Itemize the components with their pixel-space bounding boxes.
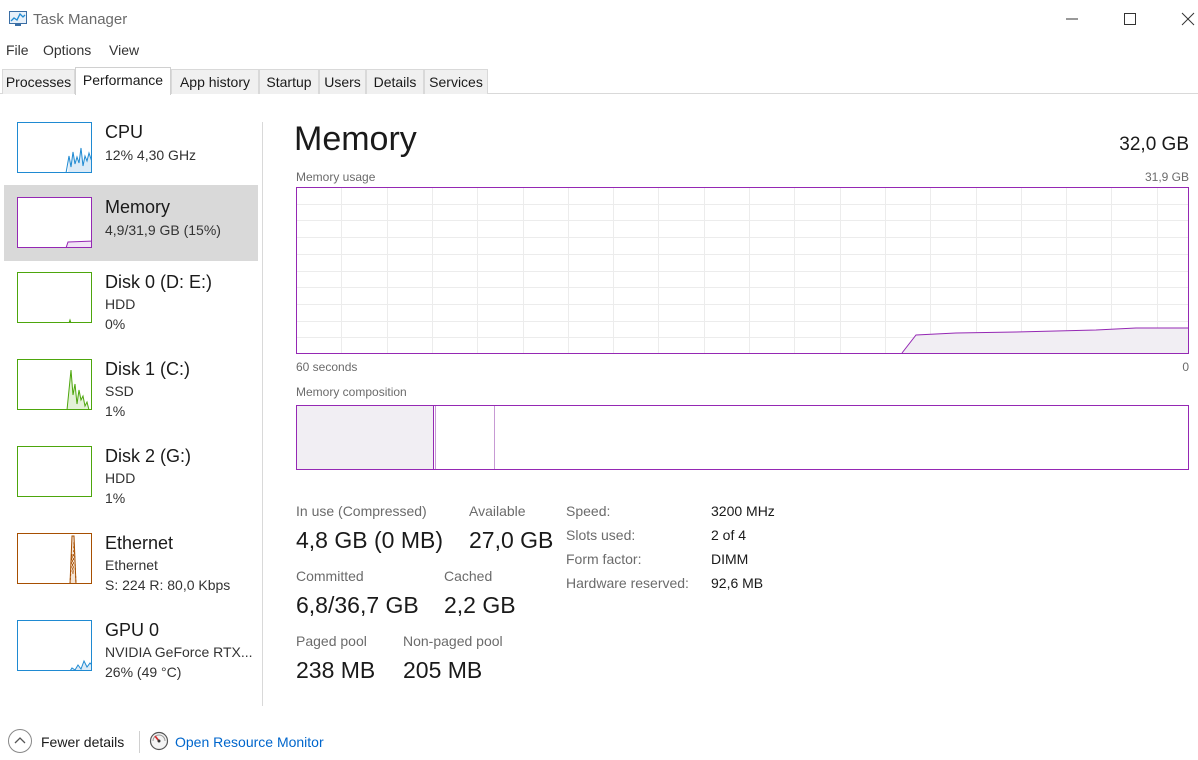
sidebar-item-ethernet[interactable]: Ethernet Ethernet S: 224 R: 80,0 Kbps bbox=[4, 521, 258, 597]
tab-processes[interactable]: Processes bbox=[2, 69, 75, 94]
speed-label: Speed: bbox=[566, 503, 611, 519]
sidebar-item-usage: 1% bbox=[105, 490, 126, 506]
close-icon bbox=[1181, 12, 1195, 26]
sidebar-item-usage: 26% (49 °C) bbox=[105, 664, 182, 680]
sidebar-item-detail: SSD bbox=[105, 383, 134, 399]
sidebar-item-detail: 12% 4,30 GHz bbox=[105, 147, 197, 163]
menu-file[interactable]: File bbox=[6, 42, 29, 58]
maximize-button[interactable] bbox=[1115, 6, 1145, 32]
sidebar-item-detail: 4,9/31,9 GB (15%) bbox=[105, 222, 221, 238]
maximize-icon bbox=[1124, 13, 1136, 25]
resource-sidebar: CPU 12% 4,30 GHz Memory 4,9/31,9 GB (15%… bbox=[0, 110, 262, 706]
hardware-reserved-label: Hardware reserved: bbox=[566, 575, 689, 591]
window-title: Task Manager bbox=[33, 11, 128, 28]
minimize-button[interactable] bbox=[1057, 6, 1087, 32]
sidebar-item-label: Disk 2 (G:) bbox=[105, 446, 192, 466]
paged-pool-value: 238 MB bbox=[296, 657, 376, 683]
sidebar-item-label: Disk 1 (C:) bbox=[105, 359, 190, 379]
sidebar-item-gpu-0[interactable]: GPU 0 NVIDIA GeForce RTX... 26% (49 °C) bbox=[4, 608, 258, 684]
fewer-details-label: Fewer details bbox=[41, 734, 125, 750]
sidebar-item-label: Ethernet bbox=[105, 533, 174, 553]
sidebar-item-detail: HDD bbox=[105, 296, 136, 312]
sidebar-item-cpu[interactable]: CPU 12% 4,30 GHz bbox=[4, 110, 258, 186]
slots-used-label: Slots used: bbox=[566, 527, 636, 543]
non-paged-pool-value: 205 MB bbox=[403, 657, 483, 683]
committed-label: Committed bbox=[296, 568, 364, 584]
tab-performance[interactable]: Performance bbox=[75, 67, 171, 95]
sidebar-item-label: Memory bbox=[105, 197, 171, 217]
in-use-label: In use (Compressed) bbox=[296, 503, 427, 519]
cached-value: 2,2 GB bbox=[444, 592, 516, 618]
sidebar-item-throughput: S: 224 R: 80,0 Kbps bbox=[105, 577, 231, 593]
paged-pool-label: Paged pool bbox=[296, 633, 367, 649]
sidebar-item-label: GPU 0 bbox=[105, 620, 160, 640]
menu-view[interactable]: View bbox=[109, 42, 139, 58]
tab-users[interactable]: Users bbox=[319, 69, 366, 94]
time-axis-end: 0 bbox=[1182, 360, 1189, 374]
page-title: Memory bbox=[294, 120, 417, 158]
open-resource-monitor-link[interactable]: Open Resource Monitor bbox=[175, 734, 324, 750]
sidebar-item-detail: HDD bbox=[105, 470, 136, 486]
close-button[interactable] bbox=[1173, 6, 1198, 32]
cached-label: Cached bbox=[444, 568, 493, 584]
sidebar-divider bbox=[262, 122, 263, 706]
ethernet-thumbnail-graph bbox=[17, 533, 92, 584]
memory-composition-bar bbox=[296, 405, 1189, 470]
memory-composition-label: Memory composition bbox=[296, 385, 407, 399]
tab-startup[interactable]: Startup bbox=[259, 69, 319, 94]
sidebar-item-usage: 0% bbox=[105, 316, 126, 332]
form-factor-value: DIMM bbox=[711, 551, 749, 567]
non-paged-pool-label: Non-paged pool bbox=[403, 633, 503, 649]
gpu-thumbnail-graph bbox=[17, 620, 92, 671]
tab-app-history[interactable]: App history bbox=[171, 69, 259, 94]
speed-value: 3200 MHz bbox=[711, 503, 775, 519]
total-memory: 32,0 GB bbox=[1119, 134, 1189, 155]
sidebar-item-memory[interactable]: Memory 4,9/31,9 GB (15%) bbox=[4, 185, 258, 261]
sidebar-item-label: CPU bbox=[105, 122, 144, 142]
minimize-icon bbox=[1066, 18, 1078, 20]
in-use-value: 4,8 GB (0 MB) bbox=[296, 527, 443, 553]
slots-used-value: 2 of 4 bbox=[711, 527, 747, 543]
resource-monitor-icon bbox=[149, 731, 169, 751]
hardware-reserved-value: 92,6 MB bbox=[711, 575, 764, 591]
memory-usage-graph bbox=[296, 187, 1189, 354]
sidebar-item-disk-0[interactable]: Disk 0 (D: E:) HDD 0% bbox=[4, 260, 258, 336]
chevron-up-icon bbox=[8, 729, 32, 753]
available-value: 27,0 GB bbox=[469, 527, 554, 553]
sidebar-item-detail: Ethernet bbox=[105, 557, 158, 573]
task-manager-icon bbox=[9, 11, 27, 27]
tab-details[interactable]: Details bbox=[366, 69, 424, 94]
sidebar-item-usage: 1% bbox=[105, 403, 126, 419]
footer-divider bbox=[139, 731, 140, 753]
sidebar-item-disk-1[interactable]: Disk 1 (C:) SSD 1% bbox=[4, 347, 258, 423]
disk-2-thumbnail-graph bbox=[17, 446, 92, 497]
memory-thumbnail-graph bbox=[17, 197, 92, 248]
memory-usage-label: Memory usage bbox=[296, 170, 376, 184]
tab-services[interactable]: Services bbox=[424, 69, 488, 94]
time-axis-start: 60 seconds bbox=[296, 360, 358, 374]
menu-options[interactable]: Options bbox=[43, 42, 91, 58]
tab-strip: Processes Performance App history Startu… bbox=[0, 67, 1198, 95]
sidebar-item-detail: NVIDIA GeForce RTX... bbox=[105, 644, 253, 660]
disk-1-thumbnail-graph bbox=[17, 359, 92, 410]
form-factor-label: Form factor: bbox=[566, 551, 642, 567]
committed-value: 6,8/36,7 GB bbox=[296, 592, 419, 618]
disk-0-thumbnail-graph bbox=[17, 272, 92, 323]
memory-usage-max: 31,9 GB bbox=[1144, 170, 1189, 184]
title-bar: Task Manager bbox=[0, 0, 1198, 38]
available-label: Available bbox=[469, 503, 526, 519]
in-use-segment bbox=[297, 406, 433, 469]
cpu-thumbnail-graph bbox=[17, 122, 92, 173]
sidebar-item-label: Disk 0 (D: E:) bbox=[105, 272, 213, 292]
sidebar-item-disk-2[interactable]: Disk 2 (G:) HDD 1% bbox=[4, 434, 258, 510]
